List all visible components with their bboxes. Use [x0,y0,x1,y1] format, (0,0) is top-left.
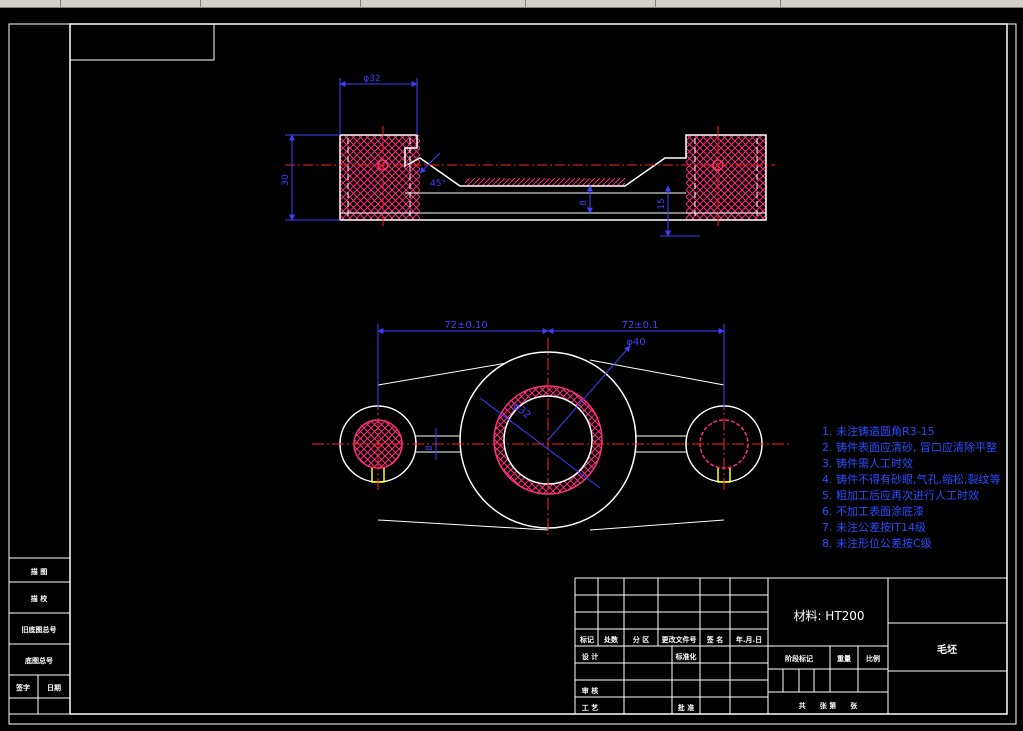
note-5: 5. 粗加工后应再次进行人工时效 [822,488,979,502]
top-left-code-box [69,23,215,61]
col-zone: 分 区 [633,635,649,644]
row-review: 审 核 [582,686,598,695]
note-3: 3. 铸件需人工时效 [822,456,913,470]
col-mark: 标记 [579,635,594,644]
cad-drawing-canvas[interactable]: φ32 30 45° 8 15 72±0.10 72±0.1 φ40 φ32 8… [0,8,1023,731]
side-label-trace: 描 图 [31,567,47,576]
side-label-base: 底图总号 [25,656,53,665]
dim-thickness: 8 [579,200,589,206]
dim-boss-diameter: φ40 [626,337,645,348]
row-approve: 批 准 [678,703,694,712]
note-1: 1. 未注铸造圆角R3-15 [822,424,935,438]
window-toolbar-strip [0,0,1023,8]
dim-width-left: φ32 [363,74,380,84]
dim-chamfer: 45° [430,179,446,189]
note-2: 2. 铸件表面应清砂, 冒口应清除平整 [822,440,997,454]
side-label-trace-check: 描 校 [31,594,48,603]
part-name: 毛坯 [937,643,957,656]
side-label-date: 日期 [47,683,61,692]
note-8: 8. 未注形位公差按C级 [822,536,932,550]
dim-rib: 8 [425,445,435,451]
stage-mark-label: 阶段标记 [785,654,813,663]
col-change-doc: 更改文件号 [662,635,697,644]
side-label-sign: 签字 [15,683,30,692]
side-label-old-base: 旧底图总号 [22,625,57,634]
note-6: 6. 不加工表面涂底漆 [822,504,924,518]
note-7: 7. 未注公差按IT14级 [822,520,926,534]
plan-view [312,338,790,538]
dim-right: 72±0.1 [621,320,658,331]
weight-label: 重量 [837,654,851,663]
note-4: 4. 铸件不得有砂眼,气孔,缩松,裂纹等 [822,472,1000,486]
dim-left: 72±0.10 [444,320,487,331]
row-process: 工 艺 [582,703,598,712]
row-standardize: 标准化 [675,652,697,661]
scale-label: 比例 [866,654,880,663]
technical-notes: 1. 未注铸造圆角R3-15 2. 铸件表面应清砂, 冒口应清除平整 3. 铸件… [822,424,1000,550]
material-label: 材料: HT200 [793,609,864,623]
col-date: 年.月.日 [736,635,762,644]
col-signature: 签 名 [706,635,723,644]
row-design: 设 计 [582,652,598,661]
dim-height: 30 [281,174,291,186]
sheets-label: 共 张 第 张 [799,701,858,710]
dim-small: 15 [657,198,667,209]
col-count: 处数 [603,635,619,644]
top-view [285,126,775,228]
